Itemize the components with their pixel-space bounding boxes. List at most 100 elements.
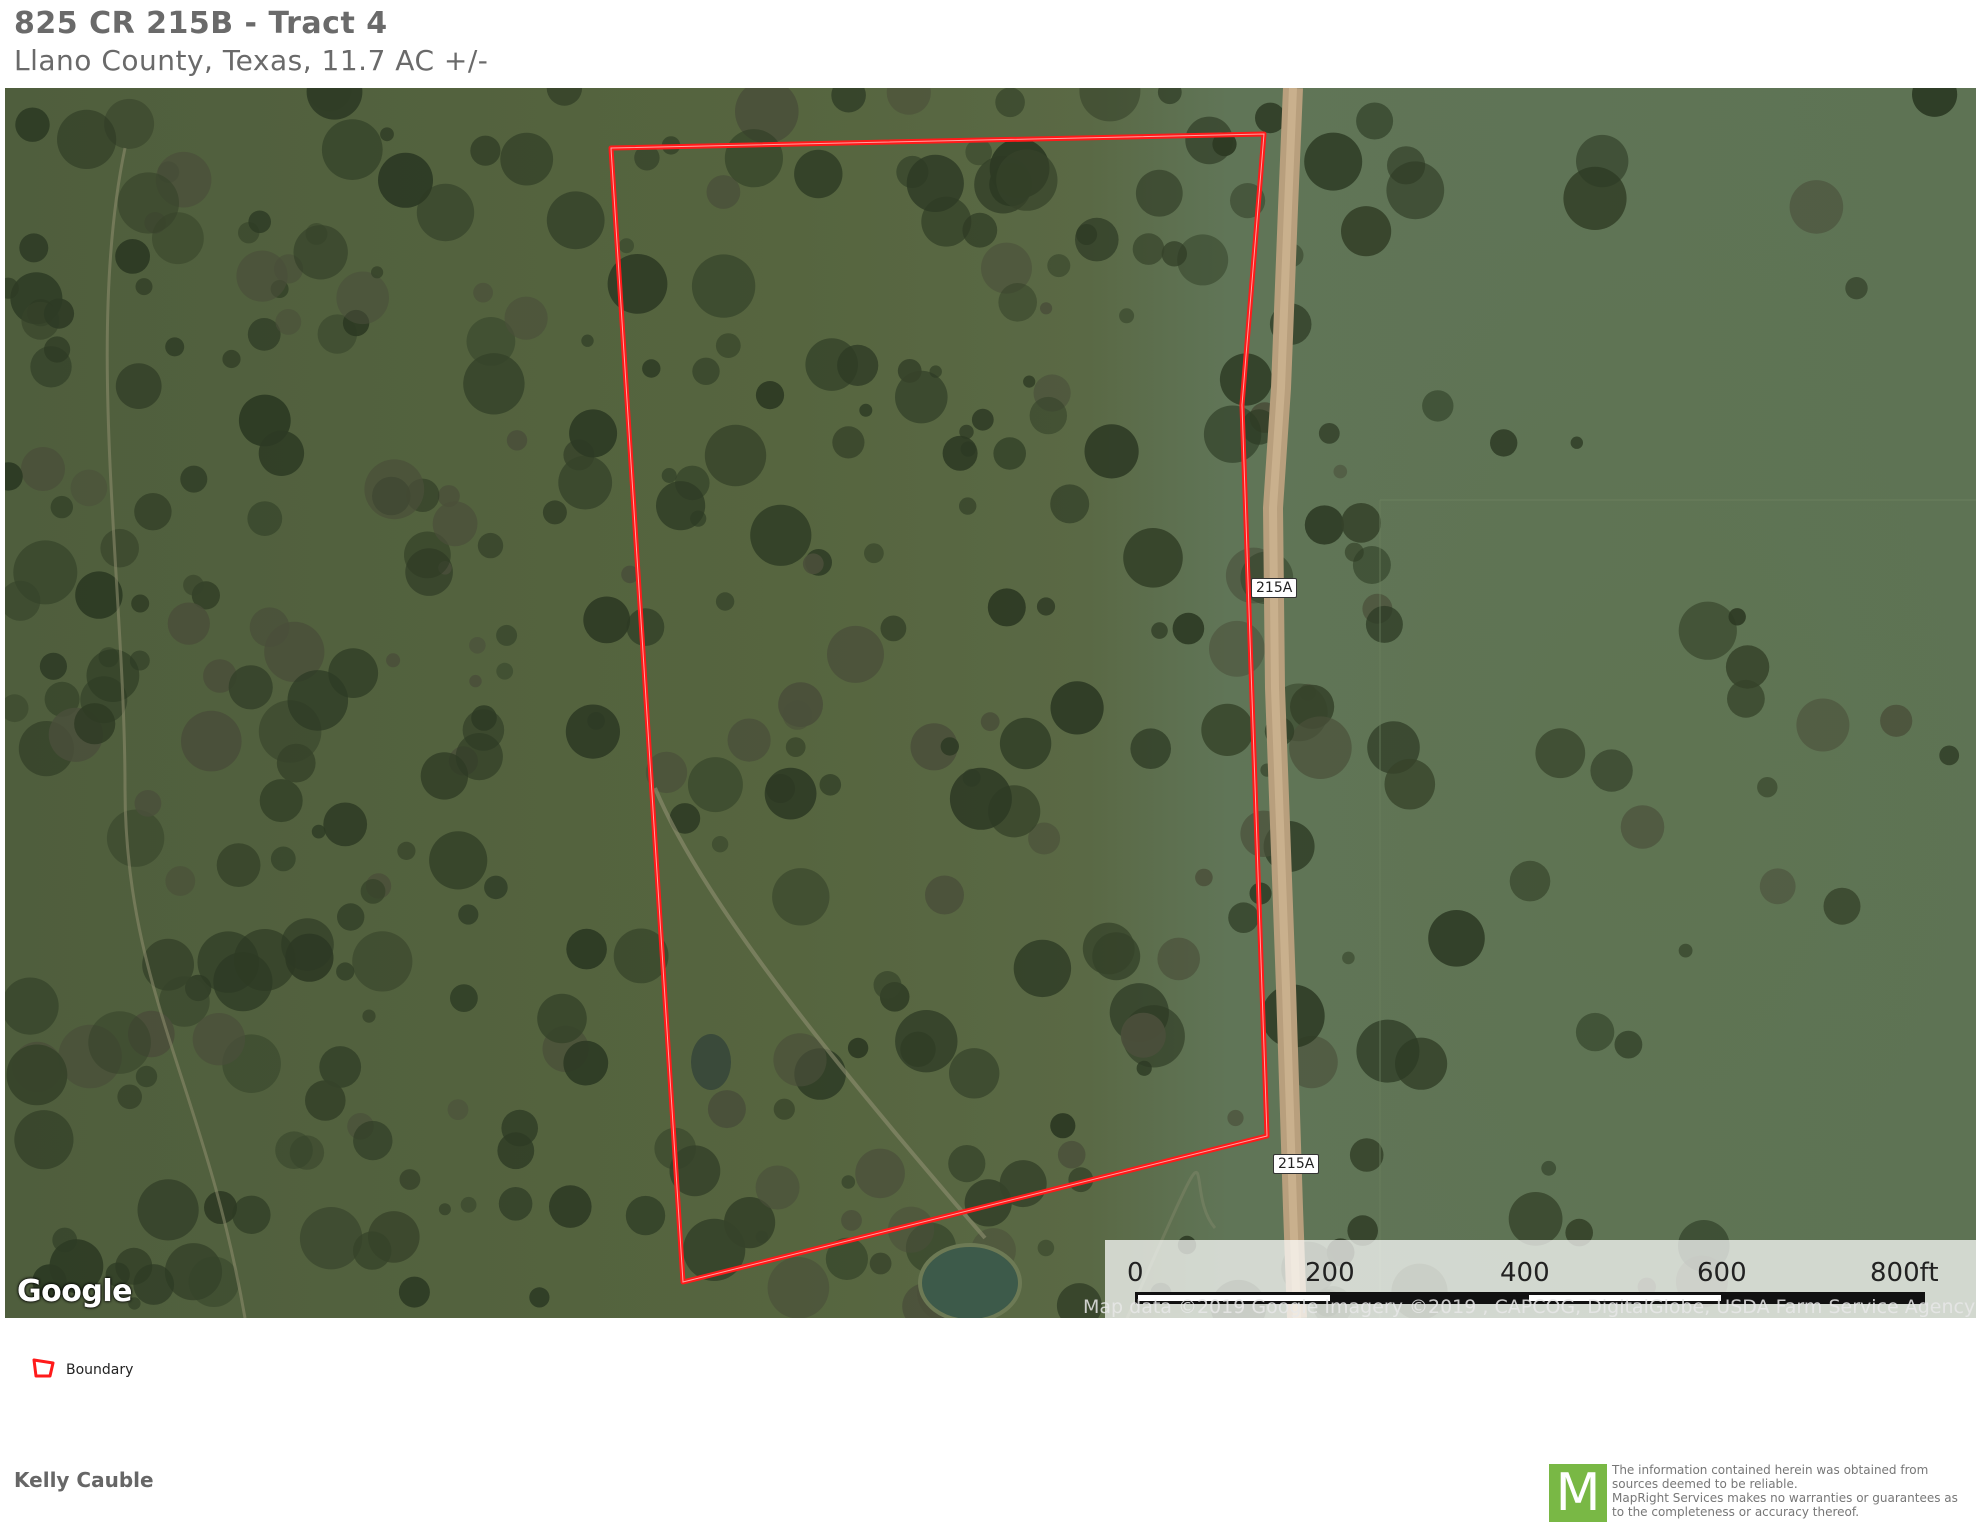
legend: Boundary (32, 1357, 133, 1383)
tree-canopy (1384, 758, 1436, 810)
tree-canopy (360, 879, 386, 904)
tree-canopy (1535, 728, 1586, 779)
tree-canopy (134, 493, 172, 531)
tree-canopy (691, 254, 756, 318)
tree-canopy (371, 266, 384, 279)
tree-canopy (819, 774, 842, 796)
road-label-215a: 215A (1251, 578, 1298, 598)
tree-canopy (336, 271, 390, 325)
tree-canopy (74, 703, 116, 745)
tree-canopy (841, 1175, 856, 1189)
tree-canopy (1352, 546, 1391, 584)
tree-canopy (715, 333, 741, 358)
tree-canopy (236, 250, 288, 302)
mapright-logo-letter: M (1555, 1463, 1601, 1523)
tree-canopy (785, 737, 806, 757)
tree-canopy (1029, 396, 1068, 435)
tree-canopy (115, 239, 150, 274)
tree-canopy (57, 109, 117, 169)
tree-canopy (998, 283, 1037, 322)
tree-canopy (399, 1169, 421, 1190)
tree-canopy (1341, 206, 1392, 257)
tree-canopy (1132, 233, 1165, 265)
tree-canopy (398, 1276, 430, 1308)
tree-canopy (772, 868, 830, 926)
tree-canopy (1228, 902, 1259, 933)
tree-canopy (583, 596, 631, 644)
tree-canopy (44, 336, 71, 363)
tree-canopy (1939, 745, 1960, 766)
tree-canopy (397, 841, 416, 861)
scale-label-0: 0 (1127, 1258, 1144, 1288)
tree-canopy (959, 497, 977, 515)
tree-canopy (626, 608, 665, 646)
tree-canopy (438, 1203, 451, 1216)
pond (918, 1243, 1022, 1318)
tree-canopy (1050, 1113, 1076, 1139)
tree-canopy (949, 1048, 1000, 1099)
tree-canopy (925, 875, 964, 915)
tree-canopy (755, 1165, 800, 1210)
tree-canopy (228, 665, 273, 710)
tree-canopy (197, 931, 259, 993)
tree-canopy (1428, 910, 1485, 967)
tree-canopy (106, 809, 165, 867)
tree-canopy (1728, 608, 1746, 626)
tree-canopy (897, 359, 922, 383)
tree-canopy (152, 212, 204, 265)
tree-canopy (1013, 939, 1072, 998)
agent-name: Kelly Cauble (14, 1468, 154, 1492)
tree-canopy (180, 465, 208, 493)
tree-canopy (1209, 620, 1265, 677)
tree-canopy (773, 1098, 795, 1120)
tree-canopy (755, 1230, 769, 1243)
tree-canopy (13, 540, 78, 605)
tree-canopy (378, 152, 433, 208)
tree-canopy (386, 653, 401, 668)
tree-canopy (1084, 424, 1139, 479)
tree-canopy (563, 1040, 609, 1086)
tree-canopy (1759, 868, 1796, 905)
tree-canopy (115, 363, 162, 409)
tree-canopy (100, 528, 139, 568)
tree-canopy (21, 447, 65, 491)
tree-canopy (755, 381, 785, 410)
tree-canopy (165, 337, 185, 357)
tree-canopy (352, 931, 413, 992)
tree-canopy (420, 752, 469, 800)
tree-canopy (542, 500, 567, 525)
tree-canopy (886, 88, 931, 115)
tree-canopy (1040, 302, 1053, 315)
tree-canopy (993, 437, 1026, 470)
map-title: 825 CR 215B - Tract 4 (14, 6, 388, 41)
tree-canopy (470, 135, 501, 166)
tree-canopy (948, 1145, 986, 1183)
tree-canopy (299, 1207, 363, 1270)
tree-canopy (5, 694, 29, 723)
tree-canopy (625, 1195, 666, 1236)
scale-label-800ft: 800ft (1870, 1258, 1939, 1288)
tree-canopy (165, 866, 196, 896)
tree-canopy (183, 574, 204, 596)
tree-canopy (364, 459, 425, 520)
tree-canopy (337, 903, 365, 931)
tree-canopy (500, 132, 554, 186)
tree-canopy (1387, 146, 1426, 185)
tree-canopy (1880, 704, 1913, 737)
tree-canopy (831, 88, 866, 113)
tree-canopy (715, 592, 735, 611)
tree-canopy (135, 278, 153, 296)
disclaimer: The information contained herein was obt… (1612, 1463, 1972, 1519)
tree-canopy (1227, 1109, 1244, 1127)
tree-canopy (1255, 102, 1286, 134)
tree-canopy (1195, 868, 1213, 887)
disclaimer-line: The information contained herein was obt… (1612, 1463, 1929, 1477)
tree-canopy (1161, 241, 1188, 267)
satellite-map[interactable]: 215A 215A Google 0 200 400 600 800ft Map… (5, 88, 1976, 1318)
tree-canopy (1023, 375, 1036, 388)
tree-canopy (1614, 1030, 1643, 1059)
tree-canopy (1203, 405, 1262, 463)
tree-canopy (687, 757, 743, 813)
tree-canopy (1727, 679, 1765, 718)
tree-canopy (841, 1210, 862, 1231)
